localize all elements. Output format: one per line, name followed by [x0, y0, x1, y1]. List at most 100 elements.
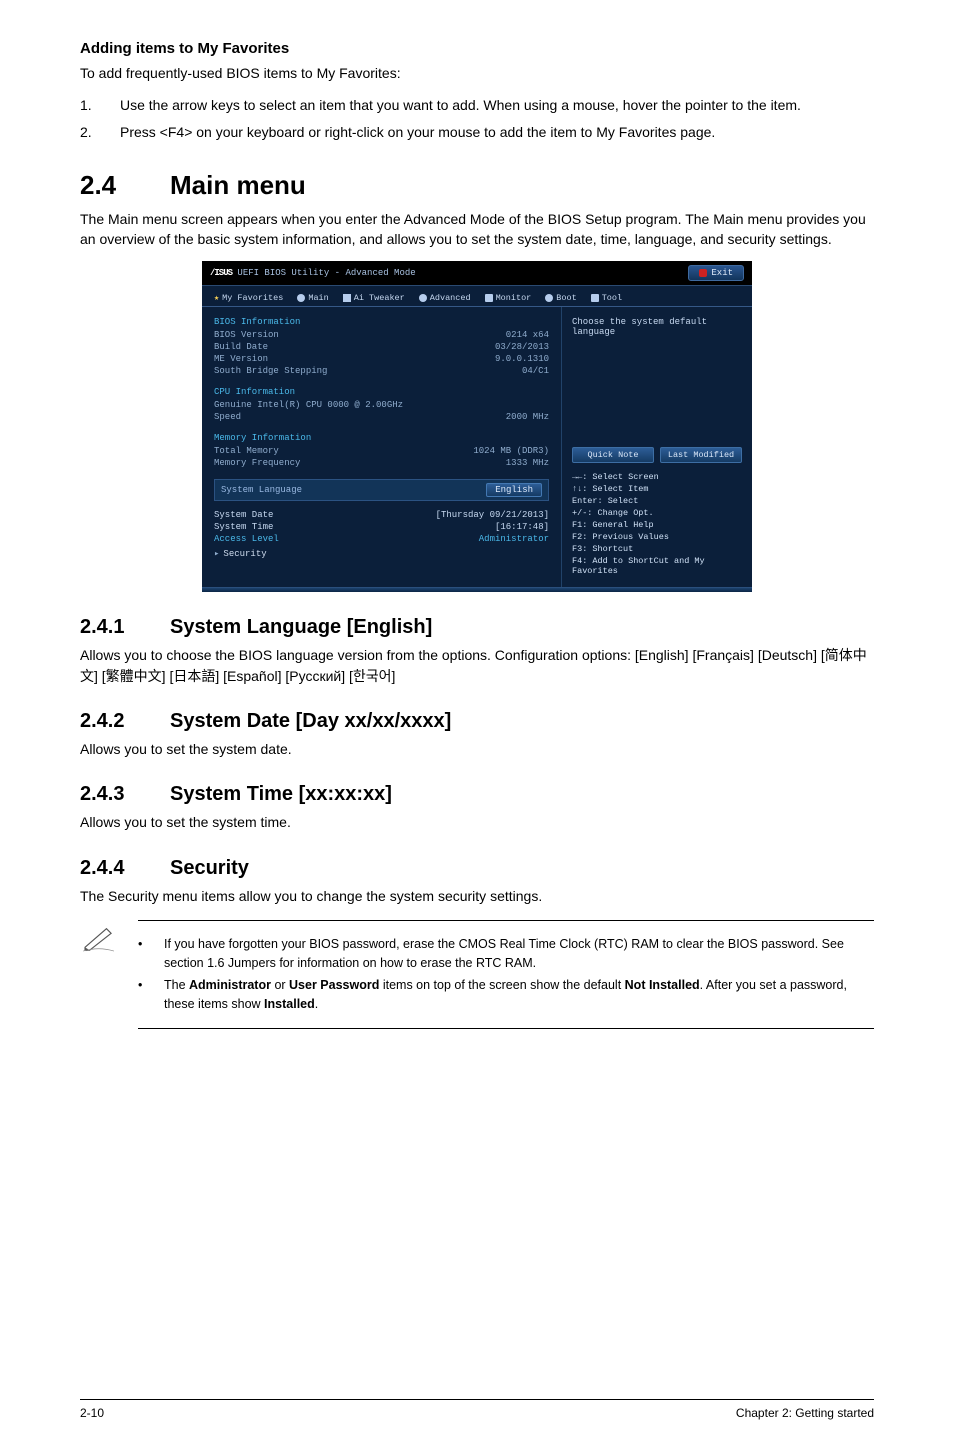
- access-level-value: Administrator: [479, 534, 549, 544]
- tab-tool-label: Tool: [602, 293, 622, 303]
- tab-boot-label: Boot: [556, 293, 576, 303]
- exit-label: Exit: [711, 268, 733, 278]
- tab-my-favorites-label: My Favorites: [222, 293, 283, 303]
- tab-monitor[interactable]: Monitor: [479, 290, 538, 306]
- bios-tabs: ★My Favorites Main Ai Tweaker Advanced M…: [202, 286, 752, 307]
- bios-title: UEFI BIOS Utility - Advanced Mode: [237, 268, 415, 278]
- me-version-value: 9.0.0.1310: [495, 354, 549, 364]
- gear-icon: [297, 294, 305, 302]
- chevron-right-icon: ▸: [214, 549, 219, 559]
- note-t2-post3: .: [315, 997, 318, 1011]
- heading-2-4-3-title: System Time [xx:xx:xx]: [170, 783, 392, 805]
- exit-button[interactable]: Exit: [688, 265, 744, 281]
- heading-2-4-2-title: System Date [Day xx/xx/xxxx]: [170, 710, 451, 732]
- system-date-row[interactable]: System Date [Thursday 09/21/2013]: [214, 509, 549, 521]
- memory-freq-value: 1333 MHz: [506, 458, 549, 468]
- system-time-row[interactable]: System Time [16:17:48]: [214, 521, 549, 533]
- heading-2-4-2: 2.4.2System Date [Day xx/xx/xxxx]: [80, 710, 874, 733]
- heading-2-4-3: 2.4.3System Time [xx:xx:xx]: [80, 783, 874, 806]
- access-level-row: Access Level Administrator: [214, 533, 549, 545]
- table-row: Speed2000 MHz: [214, 411, 549, 423]
- legend-row: F1: General Help: [572, 519, 742, 531]
- bios-topbar: /ISUS UEFI BIOS Utility - Advanced Mode …: [202, 261, 752, 286]
- me-version-label: ME Version: [214, 354, 268, 364]
- bios-body: BIOS Information BIOS Version0214 x64 Bu…: [202, 307, 752, 587]
- exit-icon: [699, 269, 707, 277]
- note-t2-or: or: [271, 978, 289, 992]
- tab-ai-tweaker[interactable]: Ai Tweaker: [337, 290, 411, 306]
- memory-information-block: Memory Information Total Memory1024 MB (…: [214, 433, 549, 469]
- heading-2-4-3-num: 2.4.3: [80, 783, 170, 806]
- para-2-4-3: Allows you to set the system time.: [80, 812, 874, 832]
- heading-2-4-2-num: 2.4.2: [80, 710, 170, 733]
- memory-information-title: Memory Information: [214, 433, 549, 443]
- build-date-label: Build Date: [214, 342, 268, 352]
- cpu-model-label: Genuine Intel(R) CPU 0000 @ 2.00GHz: [214, 400, 403, 410]
- note-text-1: If you have forgotten your BIOS password…: [164, 935, 874, 973]
- tab-my-favorites[interactable]: ★My Favorites: [208, 290, 289, 306]
- legend-row: →←: Select Screen: [572, 471, 742, 483]
- heading-2-4-1-num: 2.4.1: [80, 616, 170, 639]
- bios-left-panel: BIOS Information BIOS Version0214 x64 Bu…: [202, 307, 561, 587]
- bios-screenshot: /ISUS UEFI BIOS Utility - Advanced Mode …: [202, 261, 752, 592]
- note-t2-pre: The: [164, 978, 189, 992]
- heading-2-4-1: 2.4.1System Language [English]: [80, 616, 874, 639]
- step-1: 1. Use the arrow keys to select an item …: [80, 95, 874, 115]
- system-date-value: [Thursday 09/21/2013]: [436, 510, 549, 520]
- step-2: 2. Press <F4> on your keyboard or right-…: [80, 122, 874, 142]
- note-box: • If you have forgotten your BIOS passwo…: [80, 920, 874, 1029]
- date-time-block: System Date [Thursday 09/21/2013] System …: [214, 509, 549, 533]
- heading-2-4: 2.4Main menu: [80, 170, 874, 201]
- heading-2-4-4: 2.4.4Security: [80, 857, 874, 880]
- system-language-select[interactable]: English: [486, 483, 542, 497]
- tab-advanced[interactable]: Advanced: [413, 290, 477, 306]
- monitor-icon: [485, 294, 493, 302]
- total-memory-value: 1024 MB (DDR3): [473, 446, 549, 456]
- power-icon: [545, 294, 553, 302]
- note-t2-inst: Installed: [264, 997, 315, 1011]
- tab-main[interactable]: Main: [291, 290, 334, 306]
- bullet-dot: •: [138, 976, 164, 1014]
- page-number: 2-10: [80, 1406, 104, 1420]
- note-t2-userpw: User Password: [289, 978, 379, 992]
- footer: 2-10 Chapter 2: Getting started: [80, 1399, 874, 1420]
- memory-freq-label: Memory Frequency: [214, 458, 300, 468]
- table-row: ME Version 9.0.0.1310: [214, 353, 549, 365]
- last-modified-button[interactable]: Last Modified: [660, 447, 742, 463]
- pencil-note-icon: [80, 920, 120, 1029]
- asus-logo: /ISUS: [210, 268, 232, 278]
- bios-information-block: BIOS Information BIOS Version0214 x64 Bu…: [214, 317, 549, 377]
- step-2-text: Press <F4> on your keyboard or right-cli…: [120, 122, 874, 142]
- intro-add-favorites: To add frequently-used BIOS items to My …: [80, 63, 874, 83]
- system-time-value: [16:17:48]: [495, 522, 549, 532]
- right-description: Choose the system default language: [572, 317, 742, 337]
- system-date-label: System Date: [214, 510, 273, 520]
- legend-row: F2: Previous Values: [572, 531, 742, 543]
- system-time-label: System Time: [214, 522, 273, 532]
- security-item[interactable]: ▸ Security: [214, 545, 549, 563]
- disk-icon: [591, 294, 599, 302]
- system-language-row[interactable]: System Language English: [214, 479, 549, 501]
- chapter-title: Chapter 2: Getting started: [736, 1406, 874, 1420]
- table-row: Total Memory1024 MB (DDR3): [214, 445, 549, 457]
- note-text-2: The Administrator or User Password items…: [164, 976, 874, 1014]
- bullet-dot: •: [138, 935, 164, 973]
- step-1-number: 1.: [80, 95, 120, 115]
- note-content: • If you have forgotten your BIOS passwo…: [138, 920, 874, 1029]
- cpu-information-title: CPU Information: [214, 387, 549, 397]
- tab-tool[interactable]: Tool: [585, 290, 628, 306]
- security-label: Security: [223, 549, 266, 559]
- wrench-icon: [343, 294, 351, 302]
- heading-2-4-4-num: 2.4.4: [80, 857, 170, 880]
- table-row: Memory Frequency 1333 MHz: [214, 457, 549, 469]
- note-t2-post1: items on top of the screen show the defa…: [379, 978, 624, 992]
- south-bridge-value: 04/C1: [522, 366, 549, 376]
- tab-boot[interactable]: Boot: [539, 290, 582, 306]
- heading-2-4-title: Main menu: [170, 170, 306, 200]
- build-date-value: 03/28/2013: [495, 342, 549, 352]
- system-language-label: System Language: [221, 485, 302, 495]
- quick-note-button[interactable]: Quick Note: [572, 447, 654, 463]
- bios-right-panel: Choose the system default language Quick…: [561, 307, 752, 587]
- para-2-4-4: The Security menu items allow you to cha…: [80, 886, 874, 906]
- legend-row: ↑↓: Select Item: [572, 483, 742, 495]
